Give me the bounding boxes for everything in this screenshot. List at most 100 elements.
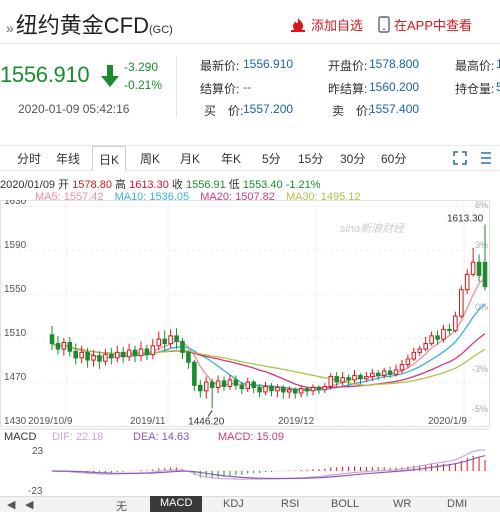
candle-body bbox=[346, 377, 351, 381]
phone-icon bbox=[378, 16, 390, 33]
indicator-tab-kdj[interactable]: KDJ bbox=[223, 498, 244, 510]
high-label: 高 bbox=[115, 179, 127, 191]
indicator-tab-none[interactable]: 无 bbox=[116, 498, 127, 512]
indicator-tab-rsi[interactable]: RSI bbox=[281, 498, 299, 510]
indicator-tab-boll[interactable]: BOLL bbox=[331, 498, 359, 510]
candle-body bbox=[120, 351, 126, 358]
tab-weekly-k[interactable]: 周K bbox=[140, 150, 160, 167]
open-interest-label: 持仓量: bbox=[455, 82, 495, 96]
candle-body bbox=[174, 335, 179, 342]
candle-body bbox=[132, 349, 138, 357]
price-change-pct: -0.21% bbox=[124, 78, 163, 92]
candle-body bbox=[257, 387, 262, 393]
indicator-tab-macd[interactable]: MACD bbox=[150, 496, 203, 512]
candle-body bbox=[209, 381, 215, 389]
change-pct-value: -1.21% bbox=[285, 179, 321, 191]
dea-legend: DEA: 14.63 bbox=[133, 431, 189, 443]
instrument-name: 纽约黄金CFD bbox=[15, 13, 150, 38]
tab-15min[interactable]: 15分 bbox=[298, 150, 323, 167]
tab-60min[interactable]: 60分 bbox=[381, 150, 406, 167]
close-value: 1556.91 bbox=[185, 179, 226, 191]
candle-body bbox=[192, 361, 197, 386]
quote-timestamp: 2020-01-09 05:42:16 bbox=[18, 102, 130, 116]
ohlc-date: 2020/01/09 bbox=[0, 179, 56, 191]
candle-body bbox=[109, 354, 114, 359]
x-tick-label: 2019/12 bbox=[278, 416, 315, 427]
open-label: 开 bbox=[58, 179, 70, 191]
x-tick-label: 2019/11 bbox=[130, 416, 166, 427]
candle-body bbox=[114, 351, 120, 359]
tab-yearly-k[interactable]: 年K bbox=[221, 150, 241, 167]
tab-daily-k[interactable]: 日K bbox=[92, 146, 127, 171]
tab-5min[interactable]: 5分 bbox=[262, 150, 281, 167]
flame-icon bbox=[291, 17, 305, 32]
add-watchlist-label: 添加自选 bbox=[311, 18, 364, 33]
open-price-value: 1578.800 bbox=[369, 57, 420, 71]
settings-icon[interactable] bbox=[479, 151, 493, 165]
macd-legend: MACD: 15.09 bbox=[218, 431, 284, 443]
candle-body bbox=[310, 387, 316, 392]
settle-price-label: 结算价: bbox=[200, 82, 240, 96]
dif-line bbox=[51, 449, 486, 480]
open-in-app-button[interactable]: 在APP中查看 bbox=[378, 15, 472, 34]
ohlc-summary: 2020/01/09 开 1578.80 高 1613.30 收 1556.91… bbox=[0, 176, 321, 192]
low-label: 低 bbox=[228, 179, 240, 191]
high-value: 1613.30 bbox=[129, 179, 169, 191]
left-arrow-icon[interactable]: ◀ bbox=[7, 498, 15, 511]
candle-body bbox=[304, 388, 310, 392]
candle-body bbox=[281, 387, 286, 393]
tab-year-line[interactable]: 年线 bbox=[56, 150, 80, 167]
candle-body bbox=[55, 343, 61, 350]
x-tick-label: 2020/1/9 bbox=[428, 416, 467, 427]
x-tick-label: 2019/10/9 bbox=[28, 416, 73, 427]
indicator-tab-wr[interactable]: WR bbox=[393, 498, 411, 510]
candle-body bbox=[393, 369, 399, 375]
candle-body bbox=[239, 384, 245, 390]
back-chevron-icon[interactable]: » bbox=[6, 20, 14, 36]
macd-top-tick: 23 bbox=[32, 446, 44, 457]
latest-price-label: 最新价: bbox=[200, 59, 240, 73]
candle-body bbox=[97, 355, 102, 362]
macd-title: MACD bbox=[4, 431, 36, 443]
period-tabs: 分时 年线 日K 周K 月K 年K 5分 15分 30分 60分 bbox=[0, 145, 500, 171]
ask-price-value: 1557.400 bbox=[369, 102, 420, 116]
candle-body bbox=[387, 370, 393, 375]
candle-body bbox=[138, 348, 144, 357]
dif-legend: DIF: 22.18 bbox=[52, 431, 103, 443]
indicator-tabs: ◀ ◀ 无 MACD KDJ RSI BOLL WR DMI bbox=[0, 496, 500, 512]
page-title: »纽约黄金CFD(GC) bbox=[6, 8, 173, 40]
tab-monthly-k[interactable]: 月K bbox=[180, 150, 200, 167]
y-tick-label: 1430 bbox=[4, 416, 27, 427]
candle-body bbox=[215, 380, 221, 389]
candle-body bbox=[251, 381, 256, 389]
header: »纽约黄金CFD(GC) 添加自选 在APP中查看 bbox=[0, 0, 500, 44]
candle-body bbox=[399, 363, 405, 371]
candle-body bbox=[168, 335, 173, 345]
candle-body bbox=[275, 387, 280, 392]
candle-body bbox=[245, 381, 251, 390]
ask-price-label: 卖 价: bbox=[332, 104, 372, 118]
high-price-value: 1 bbox=[496, 57, 500, 71]
close-label: 收 bbox=[171, 179, 183, 191]
candle-body bbox=[405, 358, 411, 365]
candle-body bbox=[286, 389, 292, 393]
candle-body bbox=[203, 381, 209, 392]
candle-body bbox=[79, 351, 84, 359]
tab-30min[interactable]: 30分 bbox=[340, 150, 365, 167]
candle-body bbox=[292, 389, 298, 394]
pct-tick-label: 3% bbox=[475, 240, 488, 250]
left-arrow-icon-2[interactable]: ◀ bbox=[25, 498, 33, 511]
tab-intraday[interactable]: 分时 bbox=[17, 150, 41, 167]
candle-body bbox=[381, 370, 387, 376]
indicator-tab-dmi[interactable]: DMI bbox=[447, 498, 467, 510]
bid-price-value: 1557.200 bbox=[243, 102, 294, 116]
candle-body bbox=[435, 335, 440, 340]
quote-panel: 1556.910 -3.290 -0.21% 2020-01-09 05:42:… bbox=[0, 52, 500, 122]
y-tick-label: 1590 bbox=[4, 240, 27, 251]
candle-body bbox=[476, 261, 482, 276]
add-watchlist-button[interactable]: 添加自选 bbox=[289, 15, 363, 34]
fullscreen-icon[interactable] bbox=[453, 151, 467, 165]
candle-body bbox=[162, 338, 167, 345]
candle-body bbox=[441, 328, 446, 340]
kline-chart[interactable]: 1630159015501510147014306%3%0%-3%-5%2019… bbox=[0, 200, 500, 512]
